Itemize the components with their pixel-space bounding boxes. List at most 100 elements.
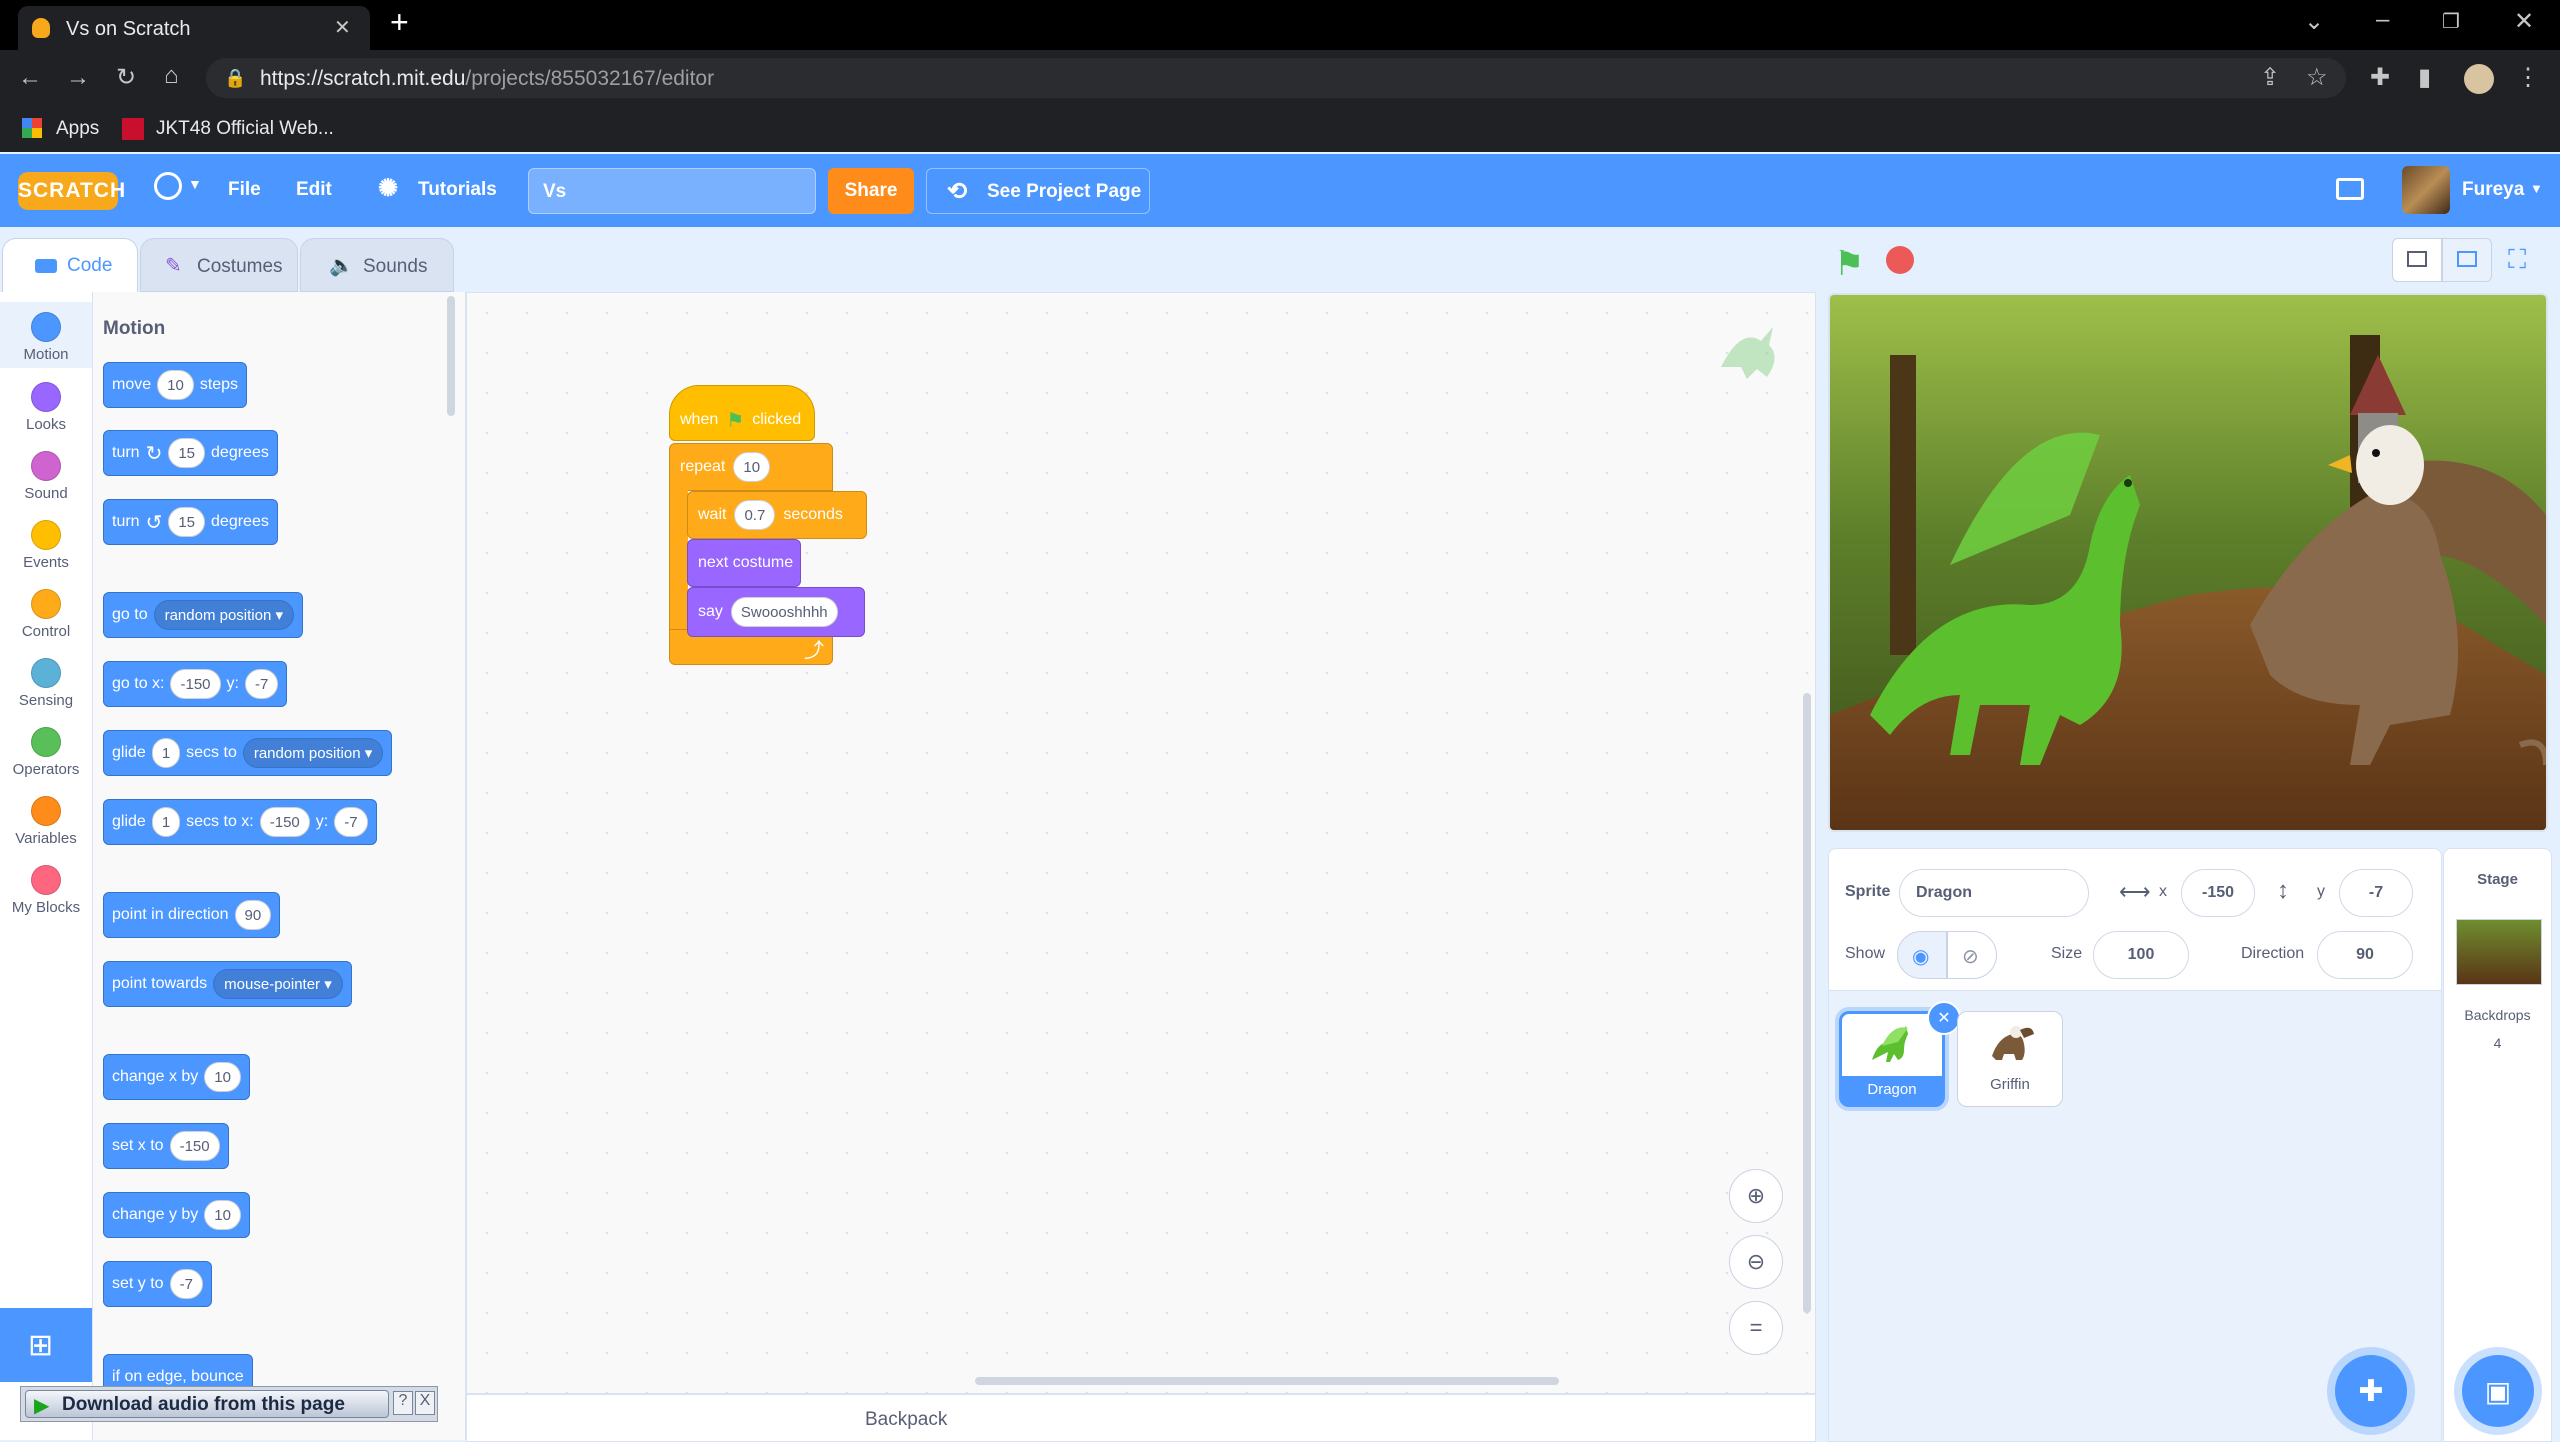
share-button[interactable]: Share <box>828 168 914 214</box>
block-dropdown[interactable]: random position ▾ <box>153 600 295 630</box>
small-stage-button[interactable] <box>2392 238 2442 282</box>
repeat-count-input[interactable]: 10 <box>733 452 771 482</box>
say-text-input[interactable]: Swoooshhhh <box>730 597 838 627</box>
block-say[interactable]: say Swoooshhhh <box>687 587 865 637</box>
share-page-icon[interactable]: ⇪ <box>2260 66 2280 90</box>
project-title-input[interactable]: Vs <box>528 168 816 214</box>
tab-code[interactable]: Code <box>2 238 138 292</box>
bookmark-star-icon[interactable]: ☆ <box>2306 66 2328 90</box>
block-move[interactable]: move 10 steps <box>103 362 248 408</box>
minimize-icon[interactable]: – <box>2376 8 2389 32</box>
category-sound[interactable]: Sound <box>0 441 92 507</box>
block-dropdown[interactable]: mouse-pointer ▾ <box>213 969 343 999</box>
large-stage-button[interactable] <box>2442 238 2492 282</box>
profile-avatar[interactable] <box>2464 64 2494 94</box>
block-input[interactable]: 15 <box>168 438 206 468</box>
block-input[interactable]: 10 <box>204 1200 241 1230</box>
backpack-bar[interactable]: Backpack <box>466 1394 1816 1442</box>
add-extension-button[interactable]: ⊞ <box>0 1308 92 1382</box>
block-input[interactable]: -7 <box>244 669 279 699</box>
category-my-blocks[interactable]: My Blocks <box>0 855 92 921</box>
home-icon[interactable]: ⌂ <box>164 64 179 88</box>
script-area[interactable]: when ⚑ clicked repeat 10 ⤴ wait 0.7 seco… <box>466 292 1816 1394</box>
browser-tab[interactable]: Vs on Scratch ✕ <box>18 6 370 50</box>
block-input[interactable]: -150 <box>170 669 221 699</box>
category-events[interactable]: Events <box>0 510 92 576</box>
sprite-name-input[interactable]: Dragon <box>1899 869 2089 917</box>
block-input[interactable]: 10 <box>157 370 194 400</box>
category-variables[interactable]: Variables <box>0 786 92 852</box>
block-change-x[interactable]: change x by 10 <box>103 1054 250 1100</box>
category-control[interactable]: Control <box>0 579 92 645</box>
script-horizontal-scrollbar[interactable] <box>975 1377 1559 1385</box>
scratch-logo[interactable]: SCRATCH <box>18 172 125 210</box>
block-glide-xy[interactable]: glide 1 secs to x: -150 y: -7 <box>103 799 377 845</box>
zoom-reset-button[interactable]: = <box>1729 1301 1783 1355</box>
block-set-y[interactable]: set y to -7 <box>103 1261 212 1307</box>
username[interactable]: Fureya <box>2462 179 2524 201</box>
bookmark-jkt48[interactable]: JKT48 Official Web... <box>156 118 334 140</box>
block-glide-to[interactable]: glide 1 secs to random position ▾ <box>103 730 393 776</box>
block-when-flag-clicked[interactable]: when ⚑ clicked <box>669 385 815 441</box>
chrome-menu-icon[interactable]: ⋮ <box>2516 66 2540 90</box>
tab-costumes[interactable]: ✎ Costumes <box>140 238 298 292</box>
bookmark-apps[interactable]: Apps <box>56 118 99 140</box>
side-panel-icon[interactable]: ▮ <box>2418 66 2431 90</box>
block-set-x[interactable]: set x to -150 <box>103 1123 229 1169</box>
block-wait[interactable]: wait 0.7 seconds <box>687 491 867 539</box>
download-help-button[interactable]: ? <box>393 1391 413 1415</box>
block-input[interactable]: 1 <box>151 807 181 837</box>
block-next-costume[interactable]: next costume <box>687 539 801 587</box>
y-position-input[interactable]: -7 <box>2339 869 2413 917</box>
language-chevron-icon[interactable]: ▼ <box>188 176 202 192</box>
x-position-input[interactable]: -150 <box>2181 869 2255 917</box>
block-change-y[interactable]: change y by 10 <box>103 1192 250 1238</box>
block-input[interactable]: -7 <box>334 807 368 837</box>
restore-icon[interactable]: ❐ <box>2442 10 2460 34</box>
block-point-towards[interactable]: point towards mouse-pointer ▾ <box>103 961 352 1007</box>
account-chevron-icon[interactable]: ▼ <box>2530 181 2543 196</box>
stage-canvas[interactable] <box>1828 293 2548 832</box>
menu-file[interactable]: File <box>228 179 261 201</box>
category-sensing[interactable]: Sensing <box>0 648 92 714</box>
choose-backdrop-button[interactable]: ▣ <box>2462 1355 2534 1427</box>
block-go-to-xy[interactable]: go to x: -150 y: -7 <box>103 661 288 707</box>
direction-input[interactable]: 90 <box>2317 931 2413 979</box>
download-audio-button[interactable]: ▶ Download audio from this page <box>25 1390 389 1418</box>
see-project-page-button[interactable]: ⟲ See Project Page <box>926 168 1150 214</box>
sprite-tile-griffin[interactable]: Griffin <box>1957 1011 2063 1107</box>
category-operators[interactable]: Operators <box>0 717 92 783</box>
extensions-icon[interactable]: ✚ <box>2370 66 2390 90</box>
user-avatar[interactable] <box>2402 166 2450 214</box>
menu-edit[interactable]: Edit <box>296 179 332 201</box>
download-close-button[interactable]: X <box>415 1391 435 1415</box>
my-stuff-folder-icon[interactable] <box>2336 178 2364 200</box>
block-input[interactable]: 90 <box>234 900 272 930</box>
block-turn-left[interactable]: turn ↺ 15 degrees <box>103 499 278 545</box>
tab-search-icon[interactable]: ⌄ <box>2304 10 2324 34</box>
wait-seconds-input[interactable]: 0.7 <box>734 500 776 530</box>
block-input[interactable]: 15 <box>168 507 206 537</box>
choose-sprite-button[interactable]: ✚ <box>2335 1355 2407 1427</box>
green-flag-button[interactable]: ⚑ <box>1834 244 1864 284</box>
category-motion[interactable]: Motion <box>0 302 92 368</box>
menu-tutorials[interactable]: Tutorials <box>418 179 497 201</box>
block-input[interactable]: 10 <box>204 1062 241 1092</box>
reload-icon[interactable]: ↻ <box>116 66 136 90</box>
back-icon[interactable]: ← <box>18 66 42 90</box>
address-bar[interactable]: 🔒 https://scratch.mit.edu/projects/85503… <box>206 58 2346 98</box>
block-dropdown[interactable]: random position ▾ <box>242 738 384 768</box>
block-input[interactable]: -150 <box>259 807 310 837</box>
block-turn-right[interactable]: turn ↻ 15 degrees <box>103 430 278 476</box>
block-go-to[interactable]: go to random position ▾ <box>103 592 304 638</box>
window-close-icon[interactable]: ✕ <box>2514 10 2534 34</box>
category-looks[interactable]: Looks <box>0 372 92 438</box>
forward-icon[interactable]: → <box>66 66 90 90</box>
stage-selector[interactable]: Stage Backdrops 4 ▣ <box>2443 848 2552 1442</box>
block-point-in-direction[interactable]: point in direction 90 <box>103 892 281 938</box>
block-input[interactable]: -150 <box>169 1131 220 1161</box>
new-tab-button[interactable]: + <box>390 6 409 38</box>
tab-close-icon[interactable]: ✕ <box>334 16 351 40</box>
block-input[interactable]: 1 <box>151 738 181 768</box>
block-input[interactable]: -7 <box>169 1269 203 1299</box>
